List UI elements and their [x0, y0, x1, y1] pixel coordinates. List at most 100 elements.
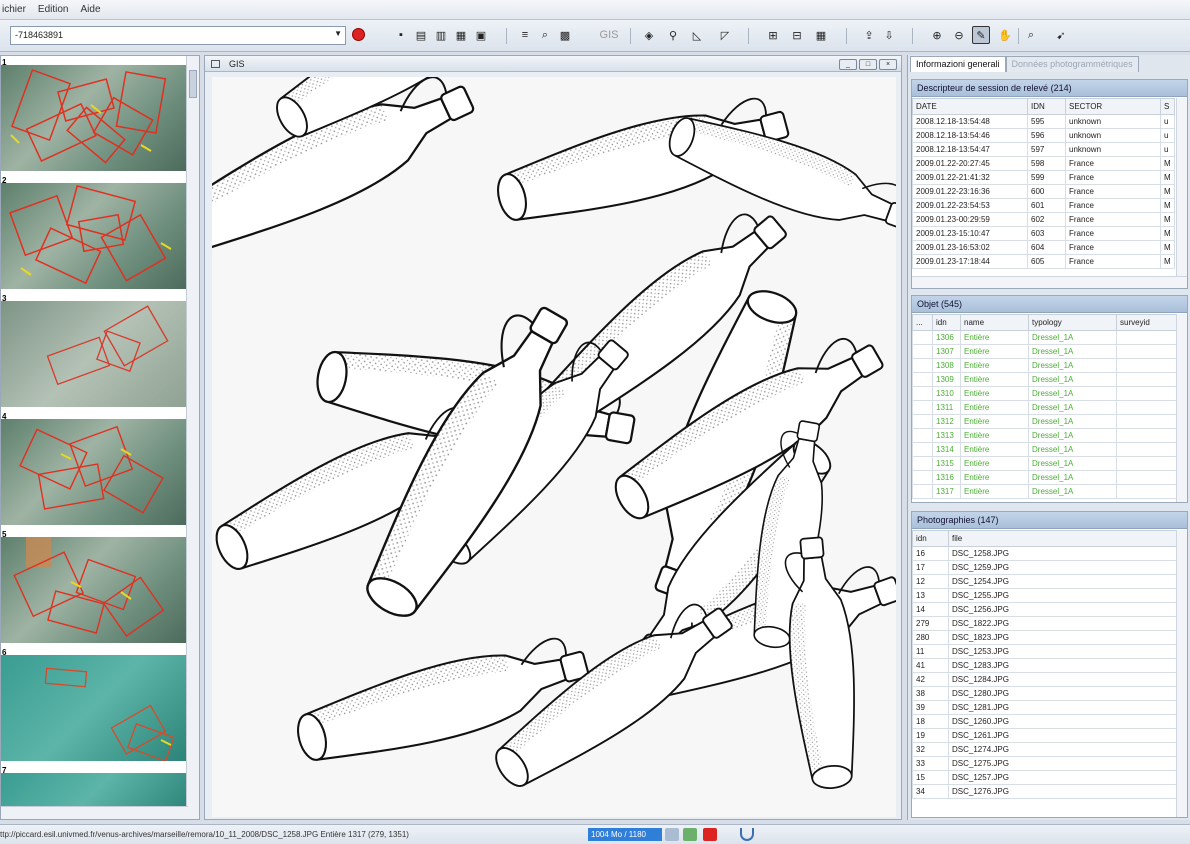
- refresh-icon[interactable]: [683, 828, 697, 841]
- table-row[interactable]: 1307 Entière Dressel_1A: [912, 344, 1176, 359]
- zoom-fit-icon[interactable]: ⌕: [1022, 26, 1040, 44]
- table-row[interactable]: 38 DSC_1280.JPG: [912, 686, 1176, 701]
- minimize-icon[interactable]: _: [839, 59, 857, 70]
- table-row[interactable]: 2008.12.18-13:54:47 597 unknown u: [912, 142, 1175, 157]
- table-row[interactable]: 2009.01.22-23:16:36 600 France M: [912, 184, 1175, 199]
- save-icon[interactable]: ▪: [392, 26, 410, 44]
- print-icon[interactable]: ▦: [452, 26, 470, 44]
- table-icon[interactable]: ▦: [812, 26, 830, 44]
- tab-photogrammetric-data[interactable]: Données photogrammétriques: [1005, 56, 1139, 72]
- photos-vertical-scrollbar[interactable]: [1176, 530, 1187, 817]
- table-row[interactable]: 16 DSC_1258.JPG: [912, 546, 1176, 561]
- pin-icon[interactable]: ⚲: [664, 26, 682, 44]
- table-row[interactable]: 11 DSC_1253.JPG: [912, 644, 1176, 659]
- table-row[interactable]: 12 DSC_1254.JPG: [912, 574, 1176, 589]
- table-row[interactable]: 2008.12.18-13:54:48 595 unknown u: [912, 114, 1175, 129]
- column-header[interactable]: ...: [912, 314, 933, 331]
- table-row[interactable]: 19 DSC_1261.JPG: [912, 728, 1176, 743]
- thumbnail-vertical-scrollbar[interactable]: [186, 56, 199, 819]
- sessions-vertical-scrollbar[interactable]: [1176, 98, 1187, 276]
- table-row[interactable]: 41 DSC_1283.JPG: [912, 658, 1176, 673]
- table-row[interactable]: 2009.01.23-00:29:59 602 France M: [912, 212, 1175, 227]
- table-row[interactable]: 1308 Entière Dressel_1A: [912, 358, 1176, 373]
- column-header[interactable]: name: [960, 314, 1029, 331]
- stop-icon[interactable]: [352, 28, 365, 41]
- table-row[interactable]: 2009.01.23-15:10:47 603 France M: [912, 226, 1175, 241]
- select-all-icon[interactable]: ⊞: [764, 26, 782, 44]
- menu-fichier[interactable]: ichier: [2, 4, 26, 15]
- stop-icon[interactable]: [703, 828, 717, 841]
- table-row[interactable]: 17 DSC_1259.JPG: [912, 560, 1176, 575]
- table-row[interactable]: 2009.01.23-17:18:44 605 France M: [912, 254, 1175, 269]
- table-row[interactable]: 1314 Entière Dressel_1A: [912, 442, 1176, 457]
- table-row[interactable]: 13 DSC_1255.JPG: [912, 588, 1176, 603]
- table-row[interactable]: 14 DSC_1256.JPG: [912, 602, 1176, 617]
- chevron-down-icon[interactable]: ▼: [334, 29, 342, 38]
- table-row[interactable]: 18 DSC_1260.JPG: [912, 714, 1176, 729]
- table-row[interactable]: 1313 Entière Dressel_1A: [912, 428, 1176, 443]
- table-row[interactable]: 2008.12.18-13:54:46 596 unknown u: [912, 128, 1175, 143]
- menu-aide[interactable]: Aide: [80, 4, 100, 15]
- column-header[interactable]: file: [948, 530, 1176, 547]
- maximize-icon[interactable]: □: [859, 59, 877, 70]
- angle-icon[interactable]: ◸: [716, 26, 734, 44]
- table-row[interactable]: 33 DSC_1275.JPG: [912, 756, 1176, 771]
- table-row[interactable]: 15 DSC_1257.JPG: [912, 770, 1176, 785]
- gis-canvas[interactable]: [212, 77, 896, 817]
- table-row[interactable]: 2009.01.22-21:41:32 599 France M: [912, 170, 1175, 185]
- zoom-out-icon[interactable]: ⊖: [950, 26, 968, 44]
- zoom-in-icon[interactable]: ⊕: [928, 26, 946, 44]
- table-row[interactable]: 1309 Entière Dressel_1A: [912, 372, 1176, 387]
- gis-button[interactable]: GIS: [598, 26, 620, 44]
- measure-icon[interactable]: ◺: [688, 26, 706, 44]
- tab-general-info[interactable]: Informazioni generali: [910, 56, 1006, 72]
- table-row[interactable]: 1317 Entière Dressel_1A: [912, 484, 1176, 499]
- table-row[interactable]: 34 DSC_1276.JPG: [912, 784, 1176, 799]
- magnify-icon[interactable]: ⌕: [536, 26, 554, 44]
- layers-icon[interactable]: ≡: [516, 26, 534, 44]
- column-header[interactable]: IDN: [1027, 98, 1066, 115]
- table-row[interactable]: 2009.01.22-23:54:53 601 France M: [912, 198, 1175, 213]
- close-icon[interactable]: ×: [879, 59, 897, 70]
- sessions-horizontal-scrollbar[interactable]: [912, 276, 1187, 288]
- upload-icon[interactable]: ⇪: [860, 26, 878, 44]
- table-row[interactable]: 1316 Entière Dressel_1A: [912, 470, 1176, 485]
- thumbnail-panel[interactable]: 1 2 3 4 5 6 7: [0, 55, 200, 820]
- session-combo[interactable]: -718463891 ▼: [10, 26, 346, 45]
- column-header[interactable]: SECTOR: [1065, 98, 1161, 115]
- sessions-table[interactable]: DATE IDN SECTOR S 2008.12.18-13:54:48 595…: [912, 98, 1175, 269]
- memory-icon[interactable]: [665, 828, 679, 841]
- select-none-icon[interactable]: ⊟: [788, 26, 806, 44]
- table-row[interactable]: 1311 Entière Dressel_1A: [912, 400, 1176, 415]
- table-row[interactable]: 1310 Entière Dressel_1A: [912, 386, 1176, 401]
- objects-vertical-scrollbar[interactable]: [1176, 314, 1187, 502]
- column-header[interactable]: S: [1160, 98, 1175, 115]
- table-row[interactable]: 39 DSC_1281.JPG: [912, 700, 1176, 715]
- column-header[interactable]: idn: [932, 314, 961, 331]
- grid-icon[interactable]: ▩: [556, 26, 574, 44]
- open-folder-icon[interactable]: ▤: [412, 26, 430, 44]
- table-row[interactable]: 1306 Entière Dressel_1A: [912, 330, 1176, 345]
- export-icon[interactable]: ➹: [1052, 26, 1070, 44]
- table-row[interactable]: 32 DSC_1274.JPG: [912, 742, 1176, 757]
- menu-edition[interactable]: Edition: [38, 4, 69, 15]
- column-header[interactable]: typology: [1028, 314, 1117, 331]
- monitor-icon[interactable]: ▣: [472, 26, 490, 44]
- column-header[interactable]: idn: [912, 530, 949, 547]
- thumbnail-horizontal-scrollbar[interactable]: [1, 806, 188, 819]
- photos-table[interactable]: idn file 16 DSC_1258.JPG 17 DSC_1259.JPG 1…: [912, 530, 1176, 799]
- table-row[interactable]: 42 DSC_1284.JPG: [912, 672, 1176, 687]
- copy-icon[interactable]: ▥: [432, 26, 450, 44]
- download-icon[interactable]: ⇩: [880, 26, 898, 44]
- table-row[interactable]: 2009.01.23-16:53:02 604 France M: [912, 240, 1175, 255]
- table-row[interactable]: 279 DSC_1822.JPG: [912, 616, 1176, 631]
- column-header[interactable]: DATE: [912, 98, 1028, 115]
- table-row[interactable]: 1315 Entière Dressel_1A: [912, 456, 1176, 471]
- memory-indicator[interactable]: 1004 Mo / 1180: [588, 828, 662, 841]
- table-row[interactable]: 280 DSC_1823.JPG: [912, 630, 1176, 645]
- objects-table[interactable]: ... idn name typology surveyid 1306 Entiè…: [912, 314, 1176, 499]
- draw-tool-icon[interactable]: ✎: [972, 26, 990, 44]
- column-header[interactable]: surveyid: [1116, 314, 1176, 331]
- cube-icon[interactable]: ◈: [640, 26, 658, 44]
- hand-icon[interactable]: ✋: [996, 26, 1014, 44]
